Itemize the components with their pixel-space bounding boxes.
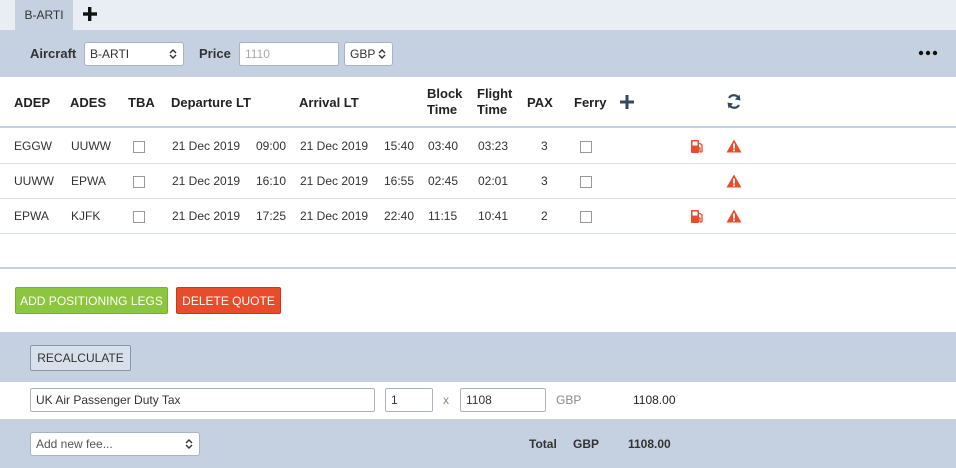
aircraft-label: Aircraft [30, 46, 77, 61]
tab-b-arti[interactable]: B-ARTI [15, 0, 73, 30]
header-flight-time: Flight Time [477, 86, 512, 118]
cell-ades: EPWA [71, 174, 106, 188]
cell-adep: UUWW [14, 174, 54, 188]
ferry-checkbox[interactable] [580, 176, 592, 188]
cell-adep: EPWA [14, 209, 49, 223]
header-flight-line2: Time [477, 102, 508, 117]
cell-block: 11:15 [428, 209, 458, 223]
fee-row: UK Air Passenger Duty Tax 1 x 1108 GBP 1… [0, 382, 956, 419]
cell-arr-time: 22:40 [384, 209, 415, 223]
currency-select-value: GBP [350, 47, 376, 61]
cell-arr-time: 15:40 [384, 139, 415, 153]
add-tab-icon[interactable] [81, 5, 99, 23]
cell-arr-date: 21 Dec 2019 [300, 174, 369, 188]
cell-block: 03:40 [428, 139, 459, 153]
header-tba: TBA [128, 95, 155, 110]
cell-flight: 02:01 [478, 174, 509, 188]
currency-select[interactable]: GBP [344, 42, 393, 66]
tba-checkbox[interactable] [133, 211, 145, 223]
header-departure: Departure LT [171, 95, 251, 110]
header-ferry: Ferry [574, 95, 607, 110]
add-new-fee-placeholder: Add new fee... [36, 437, 113, 451]
cell-dep-date: 21 Dec 2019 [172, 139, 241, 153]
cell-arr-date: 21 Dec 2019 [300, 209, 369, 223]
recalculate-button[interactable]: RECALCULATE [30, 345, 131, 371]
table-row: EGGW UUWW 21 Dec 2019 09:00 21 Dec 2019 … [0, 129, 956, 164]
total-currency: GBP [573, 437, 600, 451]
cell-arr-time: 16:55 [384, 174, 415, 188]
cell-arr-date: 21 Dec 2019 [300, 139, 369, 153]
aircraft-select[interactable]: B-ARTI [84, 42, 184, 66]
fee-multiplier: x [443, 393, 449, 407]
header-pax: PAX [527, 95, 553, 110]
cell-adep: EGGW [14, 139, 52, 153]
header-arrival: Arrival LT [299, 95, 359, 110]
warning-icon[interactable] [726, 139, 742, 153]
select-chevron-icon [378, 49, 386, 59]
cell-dep-time: 16:10 [256, 174, 287, 188]
tba-checkbox[interactable] [133, 141, 145, 153]
cell-block: 02:45 [428, 174, 459, 188]
aircraft-select-value: B-ARTI [90, 47, 130, 61]
cell-flight: 03:23 [478, 139, 509, 153]
price-input[interactable]: 1110 [239, 42, 339, 66]
header-block-time: Block Time [427, 86, 462, 118]
header-flight-line1: Flight [477, 86, 513, 101]
cell-ades: UUWW [71, 139, 111, 153]
cell-pax: 2 [541, 209, 548, 223]
fuel-pump-icon[interactable] [690, 209, 704, 224]
header-block-line1: Block [427, 86, 463, 101]
select-chevron-icon [169, 49, 177, 59]
cell-dep-time: 17:25 [256, 209, 287, 223]
add-leg-icon[interactable] [620, 95, 634, 109]
table-row: EPWA KJFK 21 Dec 2019 17:25 21 Dec 2019 … [0, 199, 956, 234]
fuel-pump-icon[interactable] [690, 139, 704, 154]
fee-unit-price-input[interactable]: 1108 [460, 388, 546, 412]
refresh-icon[interactable] [726, 93, 742, 110]
total-value: 1108.00 [628, 437, 671, 451]
recalculate-band: RECALCULATE [0, 332, 956, 382]
cell-ades: KJFK [71, 209, 101, 223]
cell-dep-date: 21 Dec 2019 [172, 209, 241, 223]
fee-name-input[interactable]: UK Air Passenger Duty Tax [30, 388, 375, 412]
fee-amount: 1108.00 [633, 393, 676, 407]
total-band: Add new fee... Total GBP 1108.00 [0, 419, 956, 468]
price-label: Price [199, 46, 231, 61]
select-chevron-icon [185, 439, 193, 449]
warning-icon[interactable] [726, 174, 742, 188]
tab-bar: B-ARTI [0, 0, 956, 30]
cell-flight: 10:41 [478, 209, 509, 223]
ferry-checkbox[interactable] [580, 211, 592, 223]
warning-icon[interactable] [726, 209, 742, 223]
quote-toolbar: Aircraft B-ARTI Price 1110 GBP [0, 30, 956, 77]
total-label: Total [529, 437, 557, 451]
fee-quantity-input[interactable]: 1 [385, 388, 433, 412]
cell-pax: 3 [541, 139, 548, 153]
add-new-fee-select[interactable]: Add new fee... [30, 432, 200, 456]
header-ades: ADES [70, 95, 107, 110]
table-row: UUWW EPWA 21 Dec 2019 16:10 21 Dec 2019 … [0, 164, 956, 199]
ferry-checkbox[interactable] [580, 141, 592, 153]
add-positioning-legs-button[interactable]: ADD POSITIONING LEGS [15, 287, 168, 314]
cell-dep-date: 21 Dec 2019 [172, 174, 241, 188]
delete-quote-button[interactable]: DELETE QUOTE [176, 287, 281, 314]
more-options-icon[interactable] [918, 50, 938, 56]
fee-currency: GBP [556, 393, 582, 407]
cell-pax: 3 [541, 174, 548, 188]
cell-dep-time: 09:00 [256, 139, 287, 153]
tba-checkbox[interactable] [133, 176, 145, 188]
legs-table-header: ADEP ADES TBA Departure LT Arrival LT Bl… [0, 77, 956, 128]
header-adep: ADEP [14, 95, 51, 110]
header-block-line2: Time [427, 102, 458, 117]
table-empty-row [0, 234, 956, 269]
